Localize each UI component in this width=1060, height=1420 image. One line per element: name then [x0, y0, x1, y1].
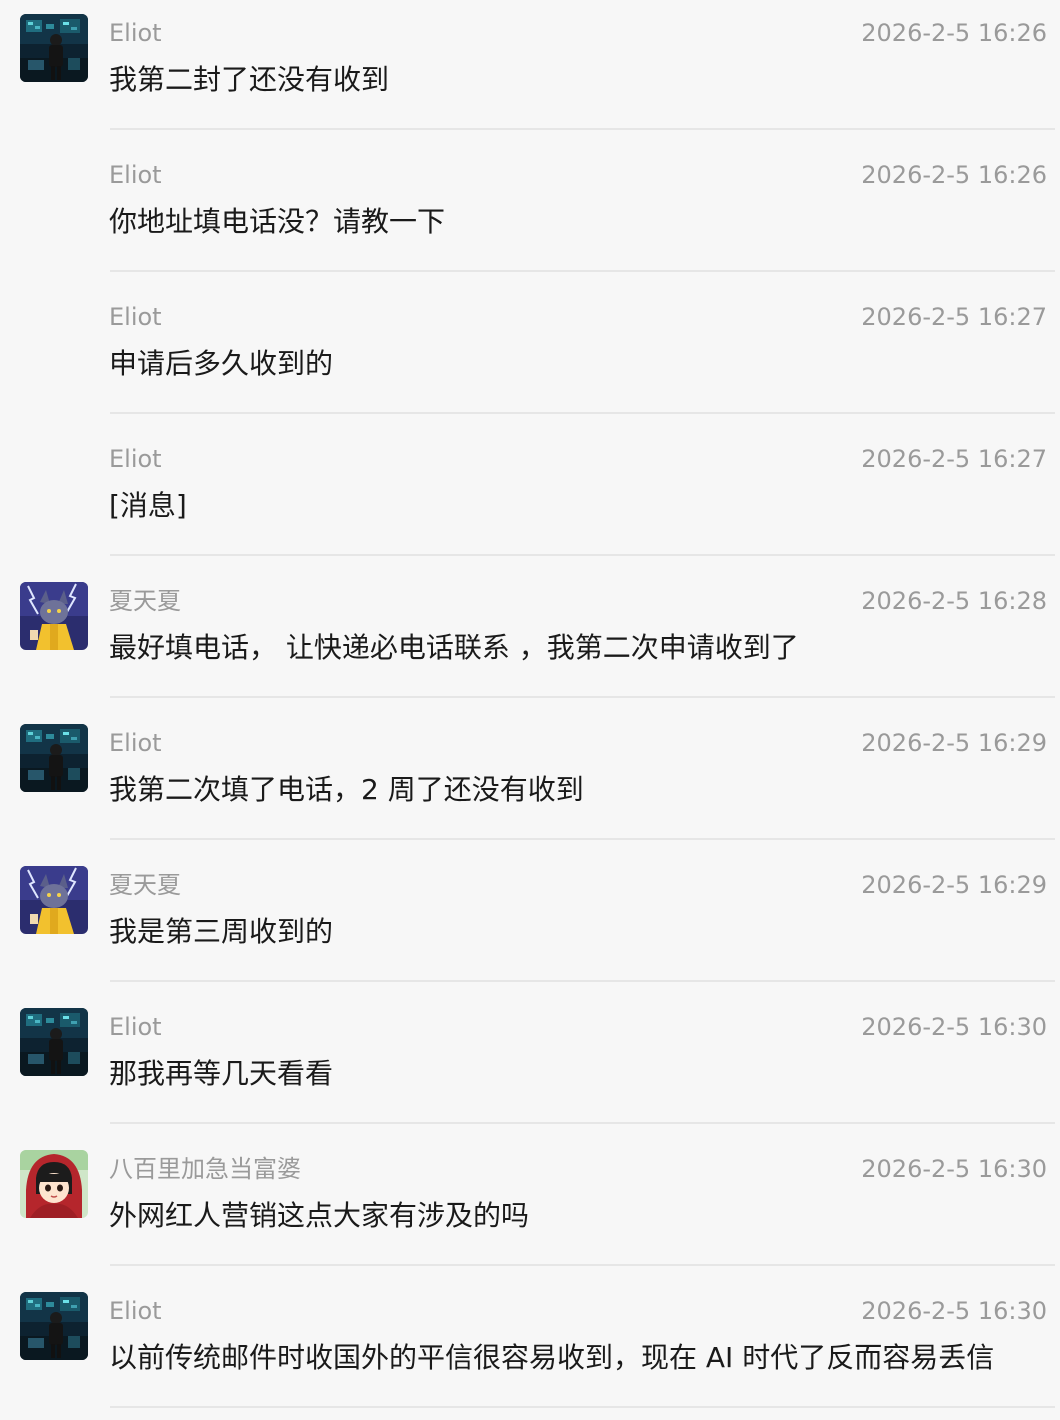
message-timestamp: 2026-2-5 16:26 — [861, 161, 1047, 189]
babaili-avatar[interactable] — [20, 1150, 88, 1218]
xiatianxia-avatar[interactable] — [20, 866, 88, 934]
chat-message[interactable]: Eliot 2026-2-5 16:27 [消息] — [0, 426, 1060, 568]
sender-name[interactable]: 夏天夏 — [109, 870, 181, 900]
message-divider — [110, 1122, 1055, 1124]
message-divider — [110, 980, 1055, 982]
message-timestamp: 2026-2-5 16:29 — [861, 871, 1047, 899]
chat-message[interactable]: Eliot 2026-2-5 16:27 申请后多久收到的 — [0, 284, 1060, 426]
message-timestamp: 2026-2-5 16:29 — [861, 729, 1047, 757]
message-divider — [110, 696, 1055, 698]
message-timestamp: 2026-2-5 16:27 — [861, 445, 1047, 473]
message-text: 你地址填电话没？请教一下 — [109, 205, 446, 238]
xiatianxia-avatar[interactable] — [20, 582, 88, 650]
sender-name[interactable]: Eliot — [109, 160, 162, 190]
message-timestamp: 2026-2-5 16:30 — [861, 1297, 1047, 1325]
chat-message[interactable]: Eliot 2026-2-5 16:26 我第二封了还没有收到 — [0, 0, 1060, 142]
message-text: 外网红人营销这点大家有涉及的吗 — [109, 1199, 530, 1232]
message-text: 我第二封了还没有收到 — [109, 63, 390, 96]
chat-message[interactable]: 夏天夏 2026-2-5 16:29 我是第三周收到的 — [0, 852, 1060, 994]
eliot-avatar[interactable] — [20, 1292, 88, 1360]
chat-message[interactable]: Eliot 2026-2-5 16:26 你地址填电话没？请教一下 — [0, 142, 1060, 284]
message-text: 最好填电话， 让快递必电话联系 ，我第二次申请收到了 — [109, 631, 799, 664]
message-timestamp: 2026-2-5 16:30 — [861, 1155, 1047, 1183]
chat-message[interactable]: Eliot 2026-2-5 16:30 以前传统邮件时收国外的平信很容易收到，现在… — [0, 1278, 1060, 1420]
message-text: 我是第三周收到的 — [109, 915, 334, 948]
eliot-avatar[interactable] — [20, 14, 88, 82]
message-timestamp: 2026-2-5 16:28 — [861, 587, 1047, 615]
message-text: 申请后多久收到的 — [109, 347, 334, 380]
message-divider — [110, 554, 1055, 556]
message-divider — [110, 1264, 1055, 1266]
message-text: 那我再等几天看看 — [109, 1057, 334, 1090]
message-divider — [110, 1406, 1055, 1408]
sender-name[interactable]: Eliot — [109, 444, 162, 474]
sender-name[interactable]: Eliot — [109, 1012, 162, 1042]
message-divider — [110, 270, 1055, 272]
chat-message[interactable]: Eliot 2026-2-5 16:29 我第二次填了电话，2 周了还没有收到 — [0, 710, 1060, 852]
sender-name[interactable]: Eliot — [109, 302, 162, 332]
eliot-avatar[interactable] — [20, 724, 88, 792]
chat-message[interactable]: 夏天夏 2026-2-5 16:28 最好填电话， 让快递必电话联系 ，我第二次申请… — [0, 568, 1060, 710]
message-divider — [110, 128, 1055, 130]
message-text: [消息] — [109, 489, 187, 522]
sender-name[interactable]: 八百里加急当富婆 — [109, 1154, 301, 1184]
sender-name[interactable]: Eliot — [109, 18, 162, 48]
message-timestamp: 2026-2-5 16:30 — [861, 1013, 1047, 1041]
message-divider — [110, 412, 1055, 414]
sender-name[interactable]: Eliot — [109, 728, 162, 758]
sender-name[interactable]: Eliot — [109, 1296, 162, 1326]
message-divider — [110, 838, 1055, 840]
chat-message[interactable]: Eliot 2026-2-5 16:30 那我再等几天看看 — [0, 994, 1060, 1136]
chat-message[interactable]: 八百里加急当富婆 2026-2-5 16:30 外网红人营销这点大家有涉及的吗 — [0, 1136, 1060, 1278]
message-timestamp: 2026-2-5 16:27 — [861, 303, 1047, 331]
message-text: 以前传统邮件时收国外的平信很容易收到，现在 AI 时代了反而容易丢信 — [109, 1341, 995, 1374]
eliot-avatar[interactable] — [20, 1008, 88, 1076]
chat-message-list: Eliot 2026-2-5 16:26 我第二封了还没有收到 Eliot 2026-2… — [0, 0, 1060, 1420]
message-text: 我第二次填了电话，2 周了还没有收到 — [109, 773, 584, 806]
sender-name[interactable]: 夏天夏 — [109, 586, 181, 616]
message-timestamp: 2026-2-5 16:26 — [861, 19, 1047, 47]
